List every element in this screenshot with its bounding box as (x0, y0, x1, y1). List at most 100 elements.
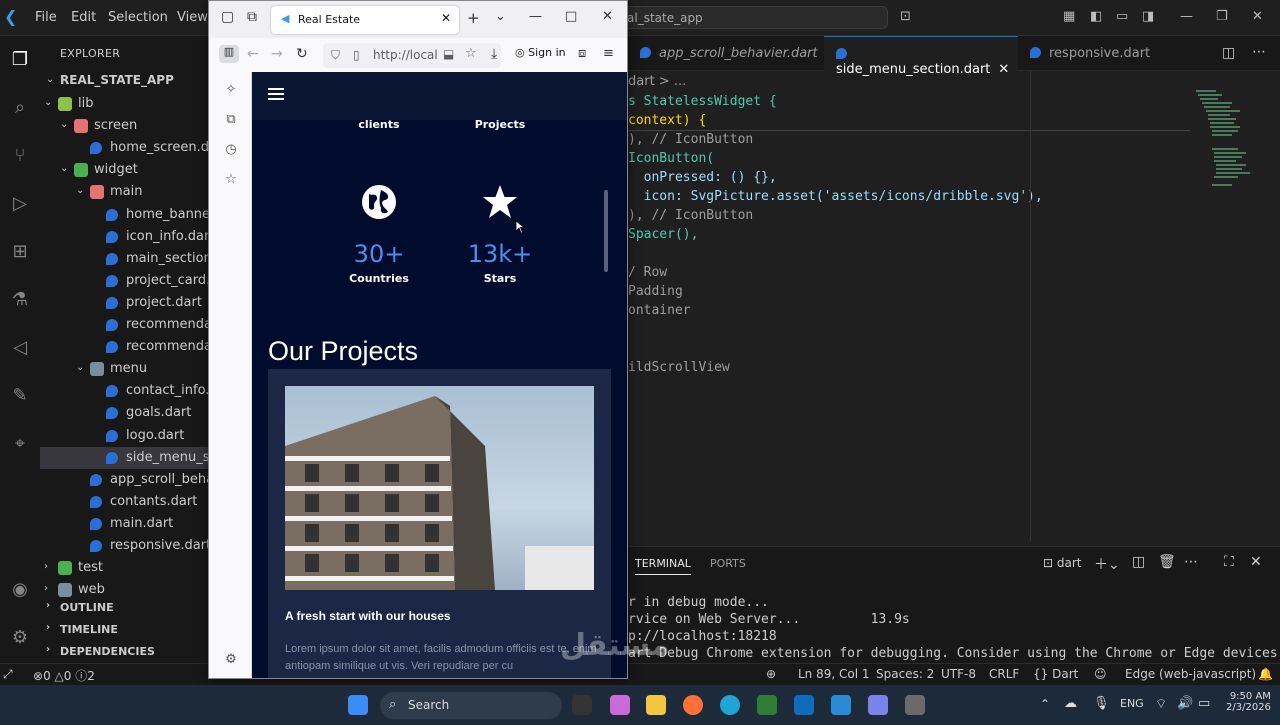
more-actions-icon[interactable]: ⋯ (1252, 44, 1266, 60)
close-icon[interactable]: ✕ (1252, 9, 1263, 24)
tab-side-menu-section[interactable]: side_menu_section.dart ✕ (824, 36, 1018, 77)
snipping-tool-icon[interactable] (905, 695, 925, 715)
account-icon[interactable]: ◉ (8, 578, 32, 602)
editor-scrollbar[interactable] (1266, 71, 1280, 541)
explorer-icon[interactable]: ❐ (8, 48, 32, 72)
maximize-panel-icon[interactable]: ⛶ (1224, 554, 1234, 570)
file-explorer-icon[interactable] (646, 695, 666, 715)
command-center-search[interactable]: al_state_app (612, 6, 888, 29)
sidebar-settings-icon[interactable]: ⚙ (223, 652, 239, 668)
cursor-position[interactable]: Ln 89, Col 1 (798, 667, 870, 681)
layout-icon[interactable]: ▦ (1063, 9, 1075, 24)
copilot-status-icon[interactable]: ☺ (1094, 667, 1107, 681)
taskbar-search[interactable]: ⌕ Search (380, 692, 562, 719)
problems-indicator[interactable]: ⊗0 △0 ⓘ2 (33, 667, 95, 684)
run-debug-icon[interactable]: ▷ (8, 192, 32, 216)
flutter-icon[interactable]: ◁ (8, 336, 32, 360)
volume-icon[interactable]: 🔊 (1177, 696, 1193, 711)
edit-icon[interactable]: ✎ (8, 384, 32, 408)
menu-selection[interactable]: Selection (108, 10, 168, 25)
store-icon[interactable] (757, 695, 777, 715)
split-editor-icon[interactable]: ◫ (1222, 45, 1235, 61)
terminal-selector[interactable]: ⊡ dart (1043, 556, 1081, 570)
close-window-icon[interactable]: ✕ (602, 9, 613, 24)
microphone-icon[interactable]: 🎙 (1093, 696, 1110, 711)
hamburger-menu-icon[interactable] (268, 88, 284, 100)
tab-ports[interactable]: PORTS (710, 557, 746, 570)
teams-icon[interactable] (868, 695, 888, 715)
settings-gear-icon[interactable]: ⚙ (8, 626, 32, 650)
menu-icon[interactable]: ≡ (603, 46, 614, 61)
indentation[interactable]: Spaces: 2 (876, 667, 934, 681)
address-bar[interactable]: ⛉ ▯ http://local ⬓ ☆ (323, 43, 501, 68)
toggle-secondary-sidebar-icon[interactable]: ◨ (1142, 9, 1154, 24)
tab-app-scroll-behavier[interactable]: app_scroll_behavier.dart (640, 36, 830, 71)
tab-list-icon[interactable]: ⧉ (247, 9, 257, 25)
minimap[interactable] (1190, 88, 1260, 218)
split-terminal-icon[interactable]: ◫ (1132, 554, 1145, 570)
breadcrumb[interactable]: dart > ... (628, 74, 686, 89)
encoding[interactable]: UTF-8 (941, 667, 976, 681)
menu-file[interactable]: File (35, 10, 57, 25)
install-icon[interactable]: ⬓ (443, 47, 454, 61)
remote-icon[interactable]: ⤢ (3, 667, 13, 682)
tab-terminal[interactable]: TERMINAL (635, 557, 691, 575)
copilot-icon[interactable]: ⊡ (900, 9, 911, 24)
maximize-icon[interactable]: □ (565, 9, 577, 24)
testing-icon[interactable]: ⚗ (8, 288, 32, 312)
web-scrollbar[interactable] (604, 190, 608, 272)
task-view-icon[interactable] (572, 695, 592, 715)
battery-icon[interactable]: ▭ (1198, 696, 1210, 711)
close-tab-icon[interactable]: ✕ (441, 11, 451, 25)
language-indicator[interactable]: ENG (1120, 697, 1144, 710)
minimize-icon[interactable]: — (1180, 9, 1193, 24)
back-icon[interactable]: ← (247, 46, 259, 62)
menu-view[interactable]: View (177, 10, 208, 25)
history-icon[interactable]: ◷ (223, 142, 239, 158)
bookmarks-icon[interactable]: ☆ (223, 172, 239, 188)
synced-tabs-icon[interactable]: ⧉ (223, 112, 239, 128)
tray-overflow-icon[interactable]: ⌃ (1040, 697, 1050, 711)
close-panel-icon[interactable]: ✕ (1250, 554, 1262, 570)
web-page[interactable]: clients Projects 30+ Countries 13k+ Star… (252, 72, 627, 678)
language-mode[interactable]: {} Dart (1033, 667, 1078, 681)
extensions-icon[interactable]: ⧈ (578, 46, 586, 61)
source-control-icon[interactable]: ⑂ (8, 144, 32, 168)
copilot-app-icon[interactable] (610, 695, 630, 715)
trash-icon[interactable]: 🗑 (1158, 554, 1176, 570)
extensions-icon[interactable]: ⊞ (8, 240, 32, 264)
notifications-icon[interactable]: 🔔 (1258, 667, 1273, 681)
windows-start-icon[interactable] (348, 695, 368, 715)
outlook-icon[interactable] (794, 695, 814, 715)
zoom-icon[interactable]: ⊕ (766, 667, 776, 681)
inspect-icon[interactable]: ⌖ (8, 432, 32, 456)
new-terminal-icon[interactable]: ＋⌄ (1094, 554, 1120, 574)
more-icon[interactable]: ⋯ (1184, 554, 1198, 570)
close-tab-icon[interactable]: ✕ (998, 62, 1009, 77)
toggle-sidebar-icon[interactable]: ◧ (1090, 9, 1102, 24)
sidebar-toggle-icon[interactable]: ▢ (221, 9, 234, 25)
sidebar-icon[interactable]: ▥ (219, 45, 239, 63)
wifi-icon[interactable]: ⌔ (1155, 696, 1167, 712)
toggle-panel-icon[interactable]: ▭ (1116, 9, 1128, 24)
edge-icon[interactable] (720, 695, 740, 715)
forward-icon[interactable]: → (271, 46, 283, 62)
onedrive-icon[interactable]: ☁ (1064, 696, 1077, 711)
restore-icon[interactable]: ❐ (1216, 9, 1228, 24)
bookmark-star-icon[interactable]: ☆ (465, 46, 477, 61)
line-endings[interactable]: CRLF (989, 667, 1019, 681)
browser-tab-real-estate[interactable]: ◀ Real Estate ✕ (271, 6, 459, 34)
tab-overflow-icon[interactable]: ⌄ (495, 9, 506, 24)
sign-in-button[interactable]: ◎ Sign in (515, 46, 566, 59)
clock[interactable]: 9:50 AM 2/3/2026 (1226, 691, 1271, 713)
tab-responsive[interactable]: responsive.dart (1030, 36, 1170, 71)
menu-edit[interactable]: Edit (71, 10, 96, 25)
search-icon[interactable]: ⌕ (8, 96, 32, 120)
downloads-icon[interactable]: ⤓ (491, 46, 497, 62)
minimize-icon[interactable]: — (529, 9, 542, 24)
firefox-icon[interactable] (683, 695, 703, 715)
new-tab-icon[interactable]: + (467, 9, 480, 27)
ai-chat-icon[interactable]: ✧ (223, 82, 239, 98)
flutter-device[interactable]: Edge (web-javascript) (1125, 667, 1256, 681)
vscode-taskbar-icon[interactable] (831, 695, 851, 715)
